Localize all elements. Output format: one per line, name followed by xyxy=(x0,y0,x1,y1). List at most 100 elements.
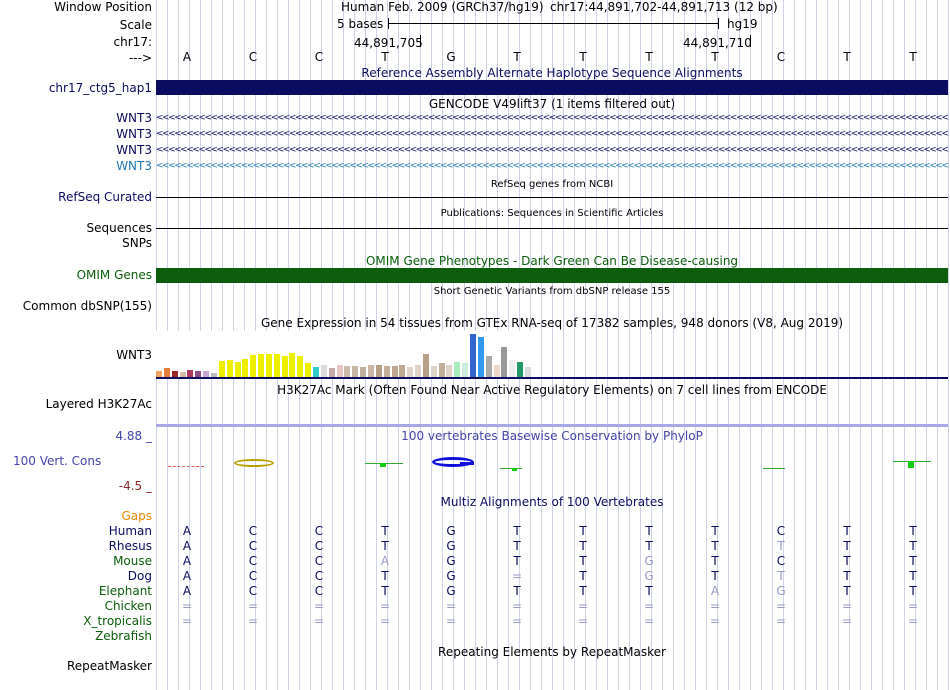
gtex-tissue-bar[interactable] xyxy=(336,365,343,377)
gtex-tissue-bar[interactable] xyxy=(226,360,233,377)
multiz-species-label[interactable]: Mouse xyxy=(113,554,154,568)
multiz-base: T xyxy=(777,569,785,583)
gencode-label-4[interactable]: WNT3 xyxy=(116,159,154,173)
dbsnp-title[interactable]: Short Genetic Variants from dbSNP releas… xyxy=(434,286,671,297)
multiz-base: T xyxy=(579,584,587,598)
gtex-tissue-bar[interactable] xyxy=(258,354,265,377)
gencode-transcript-2[interactable]: <<<<<<<<<<<<<<<<<<<<<<<<<<<<<<<<<<<<<<<<… xyxy=(156,131,948,138)
gtex-tissue-bar[interactable] xyxy=(399,365,406,377)
gencode-label-3[interactable]: WNT3 xyxy=(116,143,154,157)
grid-line xyxy=(805,0,806,690)
gtex-title[interactable]: Gene Expression in 54 tissues from GTEx … xyxy=(261,316,843,330)
h3k27ac-label[interactable]: Layered H3K27Ac xyxy=(46,397,154,411)
multiz-title[interactable]: Multiz Alignments of 100 Vertebrates xyxy=(440,495,663,509)
gencode-label-2[interactable]: WNT3 xyxy=(116,127,154,141)
multiz-species-label[interactable]: Elephant xyxy=(99,584,154,598)
multiz-base: T xyxy=(909,569,917,583)
gtex-tissue-bar[interactable] xyxy=(360,367,367,377)
multiz-base: T xyxy=(909,539,917,553)
h3k27ac-title[interactable]: H3K27Ac Mark (Often Found Near Active Re… xyxy=(277,383,827,397)
phylop-label[interactable]: 100 Vert. Cons xyxy=(13,454,101,468)
gtex-tissue-bar[interactable] xyxy=(242,359,249,377)
gtex-tissue-bar[interactable] xyxy=(187,370,194,377)
grid-line xyxy=(816,0,817,690)
coord-right-tick xyxy=(750,35,751,47)
snps-label[interactable]: SNPs xyxy=(122,236,154,250)
gtex-tissue-bar[interactable] xyxy=(289,353,296,377)
omim-title[interactable]: OMIM Gene Phenotypes - Dark Green Can Be… xyxy=(366,254,738,268)
phylop-title[interactable]: 100 vertebrates Basewise Conservation by… xyxy=(401,429,703,443)
omim-label[interactable]: OMIM Genes xyxy=(77,268,154,282)
multiz-base: T xyxy=(381,524,389,538)
publications-line[interactable] xyxy=(156,228,948,229)
gencode-transcript-3[interactable]: <<<<<<<<<<<<<<<<<<<<<<<<<<<<<<<<<<<<<<<<… xyxy=(156,147,948,154)
gtex-tissue-bar[interactable] xyxy=(407,367,414,377)
gtex-tissue-bar[interactable] xyxy=(265,354,272,377)
gtex-tissue-bar[interactable] xyxy=(344,366,351,377)
gtex-tissue-bar[interactable] xyxy=(517,362,524,377)
gtex-tissue-bar[interactable] xyxy=(430,366,437,377)
gtex-tissue-bar[interactable] xyxy=(218,361,225,377)
phylop-min-label: -4.5 _ xyxy=(118,479,152,493)
multiz-base: = xyxy=(907,599,919,613)
gtex-tissue-bar[interactable] xyxy=(328,368,335,377)
gtex-tissue-bar[interactable] xyxy=(163,368,170,377)
gtex-tissue-bar[interactable] xyxy=(391,366,398,377)
gtex-tissue-bar[interactable] xyxy=(234,362,241,377)
gencode-title[interactable]: GENCODE V49lift37 (1 items filtered out) xyxy=(429,97,675,111)
multiz-species-label[interactable]: Dog xyxy=(128,569,154,583)
gtex-tissue-bar[interactable] xyxy=(375,365,382,377)
gtex-tissue-bar[interactable] xyxy=(509,360,516,377)
publications-label[interactable]: Sequences xyxy=(87,221,154,235)
gtex-tissue-bar[interactable] xyxy=(493,365,500,377)
gtex-tissue-bar[interactable] xyxy=(446,365,453,377)
alt-haplotype-bar[interactable] xyxy=(156,80,948,95)
multiz-species-label[interactable]: Rhesus xyxy=(109,539,154,553)
gtex-tissue-bar[interactable] xyxy=(462,363,469,377)
gtex-tissue-bar[interactable] xyxy=(501,347,508,377)
gtex-tissue-bar[interactable] xyxy=(297,356,304,377)
gtex-tissue-bar[interactable] xyxy=(485,356,492,377)
multiz-species-label[interactable]: Human xyxy=(109,524,154,538)
gtex-tissue-bar[interactable] xyxy=(352,366,359,377)
gtex-tissue-bar[interactable] xyxy=(470,334,476,377)
multiz-base: G xyxy=(644,554,654,568)
multiz-species-label[interactable]: Zebrafish xyxy=(95,629,154,643)
gencode-transcript-1[interactable]: <<<<<<<<<<<<<<<<<<<<<<<<<<<<<<<<<<<<<<<<… xyxy=(156,115,948,122)
gtex-tissue-bar[interactable] xyxy=(313,367,319,377)
alt-haplotype-label[interactable]: chr17_ctg5_hap1 xyxy=(49,81,154,95)
refseq-line[interactable] xyxy=(156,197,948,198)
gtex-tissue-bar[interactable] xyxy=(250,355,257,377)
gtex-tissue-bar[interactable] xyxy=(367,365,374,377)
gtex-tissue-bar[interactable] xyxy=(305,363,312,377)
gtex-tissue-bar[interactable] xyxy=(438,363,445,377)
gencode-label-1[interactable]: WNT3 xyxy=(116,111,154,125)
gtex-tissue-bar[interactable] xyxy=(281,356,288,377)
publications-title[interactable]: Publications: Sequences in Scientific Ar… xyxy=(441,208,664,219)
refseq-title[interactable]: RefSeq genes from NCBI xyxy=(491,179,613,190)
gtex-tissue-bar[interactable] xyxy=(477,337,484,377)
gtex-tissue-bar[interactable] xyxy=(273,354,280,377)
gtex-tissue-bar[interactable] xyxy=(524,367,531,377)
multiz-species-label[interactable]: Chicken xyxy=(105,599,154,613)
gencode-transcript-4[interactable]: <<<<<<<<<<<<<<<<<<<<<<<<<<<<<<<<<<<<<<<<… xyxy=(156,163,948,170)
repeatmasker-title[interactable]: Repeating Elements by RepeatMasker xyxy=(438,645,666,659)
reference-base: T xyxy=(909,50,917,64)
refseq-label[interactable]: RefSeq Curated xyxy=(58,190,154,204)
repeatmasker-label[interactable]: RepeatMasker xyxy=(67,659,154,673)
gtex-tissue-bar[interactable] xyxy=(422,354,429,377)
position-text[interactable]: chr17:44,891,702-44,891,713 (12 bp) xyxy=(550,0,778,14)
reference-base: T xyxy=(579,50,587,64)
multiz-species-label[interactable]: X_tropicalis xyxy=(83,614,154,628)
gtex-tissue-bar[interactable] xyxy=(320,365,327,377)
multiz-base: G xyxy=(446,569,456,583)
alt-haplotype-title[interactable]: Reference Assembly Alternate Haplotype S… xyxy=(361,66,742,80)
dbsnp-label[interactable]: Common dbSNP(155) xyxy=(23,299,154,313)
multiz-base: T xyxy=(909,524,917,538)
grid-line xyxy=(706,0,707,690)
gtex-tissue-bar[interactable] xyxy=(415,365,422,377)
gtex-tissue-bar[interactable] xyxy=(454,362,461,377)
omim-bar[interactable] xyxy=(156,268,948,283)
gtex-tissue-bar[interactable] xyxy=(383,366,390,377)
gtex-label[interactable]: WNT3 xyxy=(116,348,154,362)
